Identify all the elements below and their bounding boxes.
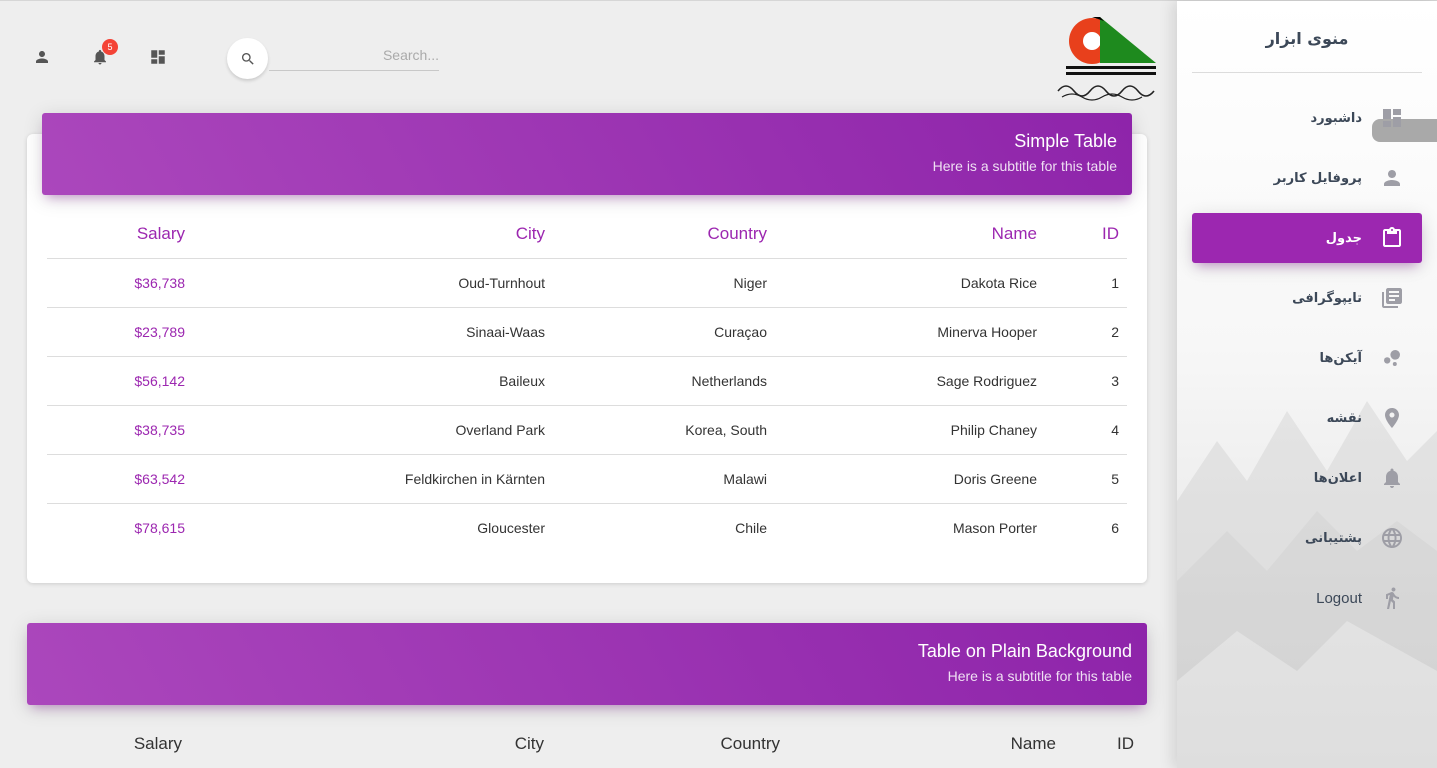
top-navbar: 5 (0, 1, 1177, 111)
cell-id: 4 (1045, 405, 1127, 455)
sidebar-item-dashboard[interactable]: داشبورد (1192, 93, 1422, 143)
cell-name: Sage Rodriguez (775, 356, 1045, 406)
run-icon (1386, 587, 1399, 609)
column-header-city: City (193, 210, 553, 259)
cell-country: Niger (553, 258, 775, 308)
sidebar-item-label: Logout (1316, 589, 1362, 607)
card-title: Simple Table (1014, 131, 1117, 151)
table-row: $56,142 Baileux Netherlands Sage Rodrigu… (47, 356, 1127, 406)
column-header-name: Name (788, 720, 1064, 768)
cell-id: 2 (1045, 307, 1127, 357)
search-button[interactable] (227, 38, 268, 79)
cell-city: Overland Park (193, 405, 553, 455)
cell-country: Curaçao (553, 307, 775, 357)
table-header-row: Salary City Country Name ID (32, 720, 1142, 768)
sidebar-item-support[interactable]: پشتیبانی (1192, 513, 1422, 563)
sidebar-item-table[interactable]: جدول (1192, 213, 1422, 263)
column-header-city: City (190, 720, 552, 768)
location-icon (1385, 408, 1399, 428)
cell-country: Netherlands (553, 356, 775, 406)
company-logo (1057, 17, 1156, 101)
cell-city: Baileux (193, 356, 553, 406)
column-header-country: Country (553, 210, 775, 259)
cell-salary: $78,615 (134, 519, 185, 536)
plain-table-header: Table on Plain Background Here is a subt… (27, 623, 1147, 705)
language-icon (1382, 528, 1402, 548)
table-row: $36,738 Oud-Turnhout Niger Dakota Rice 1 (47, 258, 1127, 308)
card-subtitle: Here is a subtitle for this table (932, 158, 1117, 174)
table-row: $78,615 Gloucester Chile Mason Porter 6 (47, 503, 1127, 552)
sidebar-item-label: پروفایل کاربر (1273, 170, 1362, 186)
sidebar-item-notifications[interactable]: اعلان‌ها (1192, 453, 1422, 503)
table-row: $63,542 Feldkirchen in Kärnten Malawi Do… (47, 454, 1127, 504)
sidebar-item-label: پشتیبانی (1305, 530, 1362, 546)
sidebar-item-label: تایپوگرافی (1292, 290, 1362, 306)
dashboard-icon[interactable] (146, 45, 170, 69)
cell-city: Sinaai-Waas (193, 307, 553, 357)
sidebar-item-label: داشبورد (1310, 110, 1362, 126)
cell-id: 3 (1045, 356, 1127, 406)
person-icon[interactable] (30, 45, 54, 69)
sidebar-item-logout[interactable]: Logout (1192, 573, 1422, 623)
table-row: $38,735 Overland Park Korea, South Phili… (47, 405, 1127, 455)
cell-city: Oud-Turnhout (193, 258, 553, 308)
sidebar-item-label: اعلان‌ها (1313, 470, 1362, 486)
sidebar-item-icons[interactable]: آیکن‌ها (1192, 333, 1422, 383)
notifications-icon[interactable]: 5 (88, 39, 118, 69)
search-icon (241, 52, 254, 65)
column-header-name: Name (775, 210, 1045, 259)
clipboard-icon (1383, 227, 1401, 247)
dashboard-icon (1383, 109, 1401, 127)
person-icon (1384, 170, 1400, 186)
sidebar-title: منوی ابزار (1265, 29, 1349, 48)
cell-salary: $63,542 (47, 454, 193, 504)
cell-city: Gloucester (477, 519, 545, 536)
card-title: Table on Plain Background (917, 641, 1132, 661)
cell-id: 6 (1111, 519, 1119, 536)
cell-id: 1 (1045, 258, 1127, 308)
sidebar-item-label: جدول (1325, 230, 1362, 246)
table-header-row: Salary City Country Name ID (47, 210, 1127, 259)
cell-name: Dakota Rice (775, 258, 1045, 308)
column-header-salary: Salary (32, 720, 190, 768)
column-header-id: ID (1045, 210, 1127, 259)
notification-badge: 5 (102, 39, 118, 55)
column-header-country: Country (552, 720, 788, 768)
cell-country: Korea, South (553, 405, 775, 455)
main-panel: 5 Simple Table Here is a subtitle for th… (0, 1, 1177, 768)
sidebar-item-typography[interactable]: تایپوگرافی (1192, 273, 1422, 323)
sidebar: منوی ابزار داشبورد پروفایل کاربر جدول تا… (1177, 1, 1437, 768)
library-books-icon (1382, 288, 1402, 308)
sidebar-divider (1192, 72, 1422, 73)
cell-salary: $56,142 (47, 356, 193, 406)
column-header-id: ID (1064, 720, 1142, 768)
simple-table-header: Simple Table Here is a subtitle for this… (42, 113, 1132, 195)
table-row: $23,789 Sinaai-Waas Curaçao Minerva Hoop… (47, 307, 1127, 357)
cell-name: Doris Greene (775, 454, 1045, 504)
cell-name: Mason Porter (952, 519, 1037, 536)
sidebar-item-user-profile[interactable]: پروفایل کاربر (1192, 153, 1422, 203)
card-subtitle: Here is a subtitle for this table (947, 668, 1132, 684)
cell-name: Philip Chaney (775, 405, 1045, 455)
notifications-icon (1384, 468, 1400, 488)
simple-table: Salary City Country Name ID $36,738 Oud-… (47, 210, 1127, 552)
cell-country: Chile (735, 519, 767, 536)
cell-salary: $38,735 (47, 405, 193, 455)
sidebar-item-maps[interactable]: نقشه (1192, 393, 1422, 443)
search-input[interactable] (269, 43, 439, 71)
column-header-salary: Salary (47, 210, 193, 259)
cell-id: 5 (1045, 454, 1127, 504)
cell-salary: $23,789 (47, 307, 193, 357)
cell-salary: $36,738 (47, 258, 193, 308)
plain-table: Salary City Country Name ID (32, 720, 1142, 768)
cell-country: Malawi (553, 454, 775, 504)
cell-city: Feldkirchen in Kärnten (193, 454, 553, 504)
sidebar-item-label: آیکن‌ها (1319, 350, 1363, 366)
cell-name: Minerva Hooper (775, 307, 1045, 357)
bubble-chart-icon (1384, 350, 1400, 366)
sidebar-item-label: نقشه (1326, 410, 1362, 426)
